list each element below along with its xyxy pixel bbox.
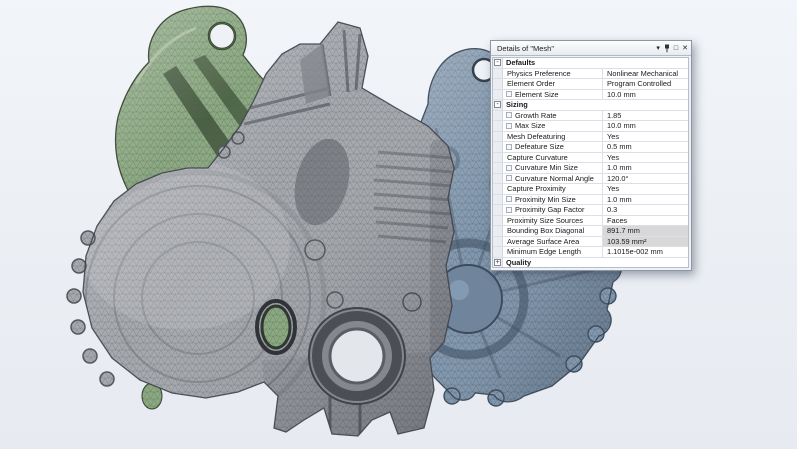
property-value[interactable]: 1.0 mm xyxy=(603,195,688,205)
checkbox[interactable] xyxy=(506,91,512,97)
property-label: Average Surface Area xyxy=(507,237,579,247)
section-label: Quality xyxy=(503,258,688,268)
collapse-icon[interactable]: - xyxy=(494,101,501,108)
checkbox[interactable] xyxy=(506,165,512,171)
checkbox[interactable] xyxy=(506,144,512,150)
collapse-icon[interactable]: - xyxy=(494,59,501,66)
checkbox[interactable] xyxy=(506,112,512,118)
property-label: Bounding Box Diagonal xyxy=(507,226,584,236)
property-value[interactable]: Faces xyxy=(603,216,688,226)
checkbox[interactable] xyxy=(506,175,512,181)
row-defeature-size: Defeature Size 0.5 mm xyxy=(493,142,688,153)
row-capture-curvature: Capture Curvature Yes xyxy=(493,153,688,164)
expand-icon[interactable]: + xyxy=(494,259,501,266)
section-row-defaults[interactable]: - Defaults xyxy=(493,58,688,69)
property-value-readonly: 891.7 mm xyxy=(603,226,688,236)
property-value[interactable]: 0.5 mm xyxy=(603,142,688,152)
property-label: Mesh Defeaturing xyxy=(507,132,565,142)
panel-titlebar[interactable]: Details of "Mesh" ▾ □ ✕ xyxy=(491,41,691,56)
section-row-quality[interactable]: + Quality xyxy=(493,258,688,268)
gearbox-housing-part[interactable] xyxy=(67,22,456,436)
property-label: Capture Curvature xyxy=(507,153,568,163)
property-label: Capture Proximity xyxy=(507,184,566,194)
details-panel: Details of "Mesh" ▾ □ ✕ - Defaults Physi… xyxy=(490,40,692,271)
property-label: Proximity Size Sources xyxy=(507,216,583,226)
row-bounding-box-diagonal: Bounding Box Diagonal 891.7 mm xyxy=(493,226,688,237)
property-label: Proximity Gap Factor xyxy=(515,205,584,215)
row-average-surface-area: Average Surface Area 103.59 mm² xyxy=(493,237,688,248)
property-label: Minimum Edge Length xyxy=(507,247,581,257)
property-value[interactable]: 0.3 xyxy=(603,205,688,215)
collapse-toggle[interactable]: - xyxy=(493,58,503,68)
checkbox[interactable] xyxy=(506,123,512,129)
property-value[interactable]: 1.85 xyxy=(603,111,688,121)
row-minimum-edge-length: Minimum Edge Length 1.1015e-002 mm xyxy=(493,247,688,258)
float-window-icon[interactable]: □ xyxy=(674,45,678,52)
row-curvature-normal-angle: Curvature Normal Angle 120.0° xyxy=(493,174,688,185)
details-table: - Defaults Physics Preference Nonlinear … xyxy=(492,57,689,268)
row-element-order: Element Order Program Controlled xyxy=(493,79,688,90)
property-label: Element Size xyxy=(515,90,559,100)
collapse-toggle[interactable]: + xyxy=(493,258,503,268)
property-value[interactable]: Yes xyxy=(603,153,688,163)
property-value[interactable]: 10.0 mm xyxy=(603,121,688,131)
property-label: Physics Preference xyxy=(507,69,571,79)
property-label: Element Order xyxy=(507,79,555,89)
property-value[interactable]: 1.1015e-002 mm xyxy=(603,247,688,257)
checkbox[interactable] xyxy=(506,196,512,202)
property-label: Curvature Normal Angle xyxy=(515,174,594,184)
row-curvature-min-size: Curvature Min Size 1.0 mm xyxy=(493,163,688,174)
property-label: Proximity Min Size xyxy=(515,195,576,205)
property-value[interactable]: Nonlinear Mechanical xyxy=(603,69,688,79)
property-value[interactable]: Yes xyxy=(603,132,688,142)
row-physics-preference: Physics Preference Nonlinear Mechanical xyxy=(493,69,688,80)
collapse-toggle[interactable]: - xyxy=(493,100,503,110)
row-proximity-min-size: Proximity Min Size 1.0 mm xyxy=(493,195,688,206)
section-label: Defaults xyxy=(503,58,688,68)
menu-dropdown-icon[interactable]: ▾ xyxy=(656,45,660,52)
row-proximity-size-sources: Proximity Size Sources Faces xyxy=(493,216,688,227)
property-value-readonly: 103.59 mm² xyxy=(603,237,688,247)
row-capture-proximity: Capture Proximity Yes xyxy=(493,184,688,195)
row-growth-rate: Growth Rate 1.85 xyxy=(493,111,688,122)
property-value[interactable]: 10.0 mm xyxy=(603,90,688,100)
property-label: Defeature Size xyxy=(515,142,564,152)
row-mesh-defeaturing: Mesh Defeaturing Yes xyxy=(493,132,688,143)
pin-icon[interactable] xyxy=(664,44,670,53)
row-proximity-gap-factor: Proximity Gap Factor 0.3 xyxy=(493,205,688,216)
property-value[interactable]: Program Controlled xyxy=(603,79,688,89)
row-element-size: Element Size 10.0 mm xyxy=(493,90,688,101)
property-label: Growth Rate xyxy=(515,111,557,121)
close-icon[interactable]: ✕ xyxy=(682,45,688,52)
property-value[interactable]: Yes xyxy=(603,184,688,194)
section-row-sizing[interactable]: - Sizing xyxy=(493,100,688,111)
property-label: Curvature Min Size xyxy=(515,163,578,173)
row-max-size: Max Size 10.0 mm xyxy=(493,121,688,132)
section-label: Sizing xyxy=(503,100,688,110)
property-value[interactable]: 1.0 mm xyxy=(603,163,688,173)
checkbox[interactable] xyxy=(506,207,512,213)
property-label: Max Size xyxy=(515,121,545,131)
panel-title: Details of "Mesh" xyxy=(497,44,656,53)
property-value[interactable]: 120.0° xyxy=(603,174,688,184)
